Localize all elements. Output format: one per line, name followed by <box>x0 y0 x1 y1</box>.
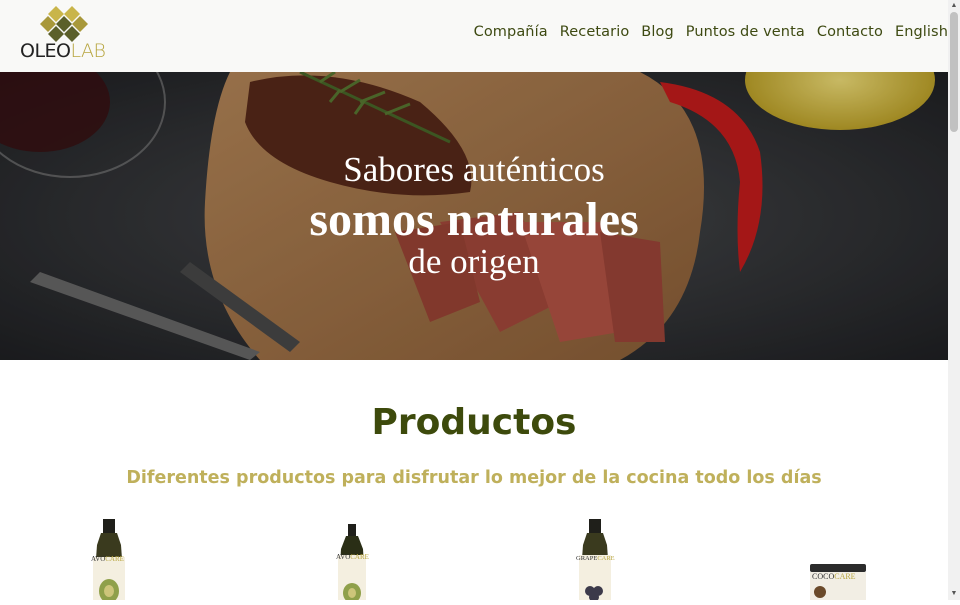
site-header: OLEOLAB Compañía Recetario Blog Puntos d… <box>0 0 948 72</box>
product-label: AVOCARE <box>336 553 369 561</box>
product-brand-b: CARE <box>105 555 124 563</box>
product-grapecare[interactable]: GRAPECARE <box>574 515 616 605</box>
logo-text-lab: LAB <box>70 40 106 62</box>
hero-line-2: somos naturales <box>309 193 639 246</box>
product-avocare-2[interactable]: AVOCARE <box>332 515 372 605</box>
nav-item-contacto[interactable]: Contacto <box>817 24 883 40</box>
product-brand-a: COCO <box>812 572 835 581</box>
product-label: COCOCARE <box>812 572 856 581</box>
oleolab-logo[interactable]: OLEOLAB <box>18 6 106 66</box>
scroll-up-icon[interactable]: ▲ <box>948 0 960 12</box>
logo-diamond-icon <box>40 6 88 42</box>
products-title: Productos <box>371 402 577 443</box>
product-label: AVOCARE <box>91 555 124 563</box>
page-scrollbar[interactable]: ▲ ▼ <box>948 0 960 600</box>
nav-item-recetario[interactable]: Recetario <box>560 24 630 40</box>
product-brand-a: AVO <box>336 553 351 561</box>
product-brand-b: CARE <box>350 553 369 561</box>
scroll-thumb[interactable] <box>950 12 958 132</box>
product-cococare[interactable]: COCOCARE <box>808 560 868 605</box>
nav-item-english[interactable]: English <box>895 24 948 40</box>
products-subtitle: Diferentes productos para disfrutar lo m… <box>126 468 822 488</box>
hero-line-1: Sabores auténticos <box>343 150 605 189</box>
product-label: GRAPECARE <box>576 555 615 562</box>
scroll-down-icon[interactable]: ▼ <box>948 588 960 600</box>
product-brand-b: CARE <box>597 555 615 562</box>
nav-item-blog[interactable]: Blog <box>641 24 673 40</box>
nav-item-compania[interactable]: Compañía <box>474 24 548 40</box>
product-brand-a: GRAPE <box>576 555 598 562</box>
product-avocare-1[interactable]: AVOCARE <box>88 515 130 605</box>
logo-text-oleo: OLEO <box>20 40 71 62</box>
nav-item-puntos-de-venta[interactable]: Puntos de venta <box>686 24 805 40</box>
hero-banner: Sabores auténticos somos naturales de or… <box>0 72 948 360</box>
logo-text: OLEOLAB <box>20 40 106 62</box>
main-nav: Compañía Recetario Blog Puntos de venta … <box>474 24 948 40</box>
hero-line-3: de origen <box>408 242 540 281</box>
product-brand-a: AVO <box>91 555 106 563</box>
product-brand-b: CARE <box>834 572 856 581</box>
